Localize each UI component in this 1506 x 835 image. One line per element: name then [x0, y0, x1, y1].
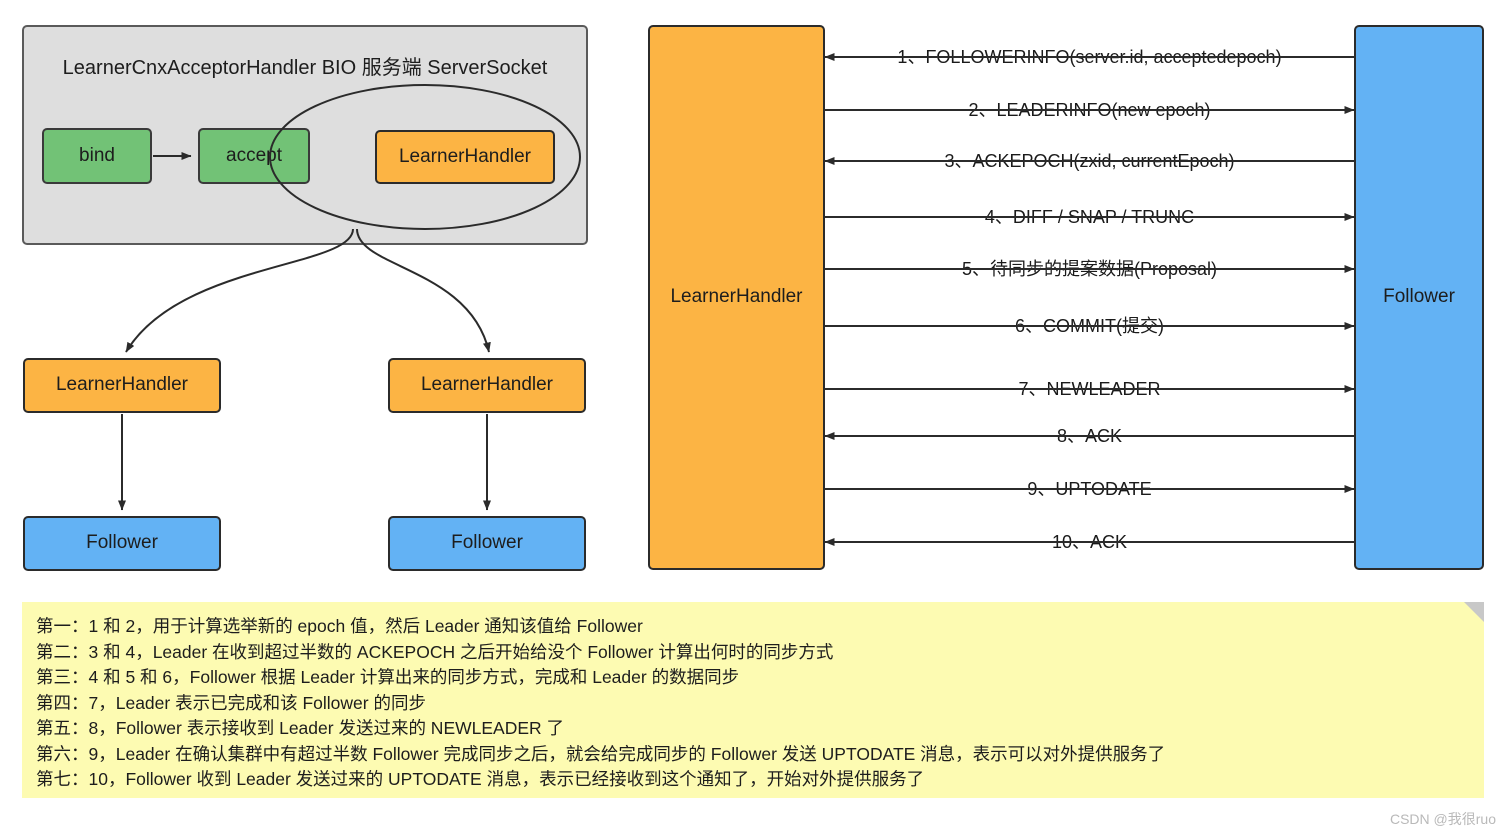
- follower-node-right[interactable]: Follower: [388, 516, 586, 571]
- sequence-message-label-6: 6、COMMIT(提交): [1008, 317, 1171, 335]
- csdn-watermark: CSDN @我很ruo: [1389, 811, 1496, 827]
- learner-handler-child-right-label: LearnerHandler: [420, 374, 554, 396]
- accept-node[interactable]: accept: [198, 128, 310, 184]
- sequence-message-label-9: 9、UPTODATE: [1020, 480, 1159, 498]
- sequence-arrows: [824, 53, 1355, 546]
- sequence-actor-learner-handler[interactable]: LearnerHandler: [648, 25, 825, 570]
- sequence-message-label-5: 5、待同步的提案数据(Proposal): [954, 260, 1225, 278]
- follower-node-right-label: Follower: [451, 532, 523, 554]
- learner-handler-child-right[interactable]: LearnerHandler: [388, 358, 586, 413]
- follower-node-left[interactable]: Follower: [23, 516, 221, 571]
- bind-node[interactable]: bind: [42, 128, 152, 184]
- sequence-actor-follower-label: Follower: [1383, 286, 1455, 308]
- note-line: 第一：1 和 2，用于计算选举新的 epoch 值，然后 Leader 通知该值…: [36, 616, 643, 636]
- note-line: 第六：9，Leader 在确认集群中有超过半数 Follower 完成同步之后，…: [36, 743, 1166, 764]
- note-text-block: 第一：1 和 2，用于计算选举新的 epoch 值，然后 Leader 通知该值…: [36, 614, 1476, 793]
- follower-node-left-label: Follower: [86, 532, 158, 554]
- sequence-message-label-8: 8、ACK: [1049, 427, 1130, 445]
- note-line: 第四：7，Leader 表示已完成和该 Follower 的同步: [36, 692, 426, 713]
- sequence-actor-follower[interactable]: Follower: [1354, 25, 1484, 570]
- sequence-message-label-1: 1、FOLLOWERINFO(server.id, acceptedepoch): [890, 48, 1289, 66]
- note-line: 第七：10，Follower 收到 Leader 发送过来的 UPTODATE …: [36, 769, 925, 789]
- learner-handler-child-left[interactable]: LearnerHandler: [23, 358, 221, 413]
- note-line: 第五：8，Follower 表示接收到 Leader 发送过来的 NEWLEAD…: [36, 718, 565, 738]
- learner-handler-child-left-label: LearnerHandler: [55, 374, 189, 396]
- container-title: LearnerCnxAcceptorHandler BIO 服务端 Server…: [62, 57, 548, 79]
- sequence-message-label-2: 2、LEADERINFO(new epoch): [961, 101, 1218, 119]
- arrow-fanout-left: [125, 228, 354, 353]
- sequence-message-label-7: 7、NEWLEADER: [1011, 380, 1168, 398]
- note-line: 第二：3 和 4，Leader 在收到超过半数的 ACKEPOCH 之后开始给没…: [36, 641, 834, 662]
- learner-handler-node-label: LearnerHandler: [398, 145, 532, 167]
- diagram-canvas: LearnerCnxAcceptorHandler BIO 服务端 Server…: [0, 0, 1506, 835]
- explanation-note: 第一：1 和 2，用于计算选举新的 epoch 值，然后 Leader 通知该值…: [22, 602, 1484, 798]
- sequence-message-label-3: 3、ACKEPOCH(zxid, currentEpoch): [937, 152, 1242, 170]
- sequence-message-label-4: 4、DIFF / SNAP / TRUNC: [977, 208, 1202, 226]
- accept-node-label: accept: [226, 144, 282, 166]
- sequence-message-label-10: 10、ACK: [1044, 533, 1135, 551]
- sequence-actor-learner-handler-label: LearnerHandler: [670, 286, 803, 308]
- learner-handler-node[interactable]: LearnerHandler: [375, 130, 555, 184]
- note-line: 第三：4 和 5 和 6，Follower 根据 Leader 计算出来的同步方…: [36, 667, 740, 687]
- arrow-fanout-right: [356, 228, 491, 353]
- bind-node-label: bind: [79, 144, 115, 166]
